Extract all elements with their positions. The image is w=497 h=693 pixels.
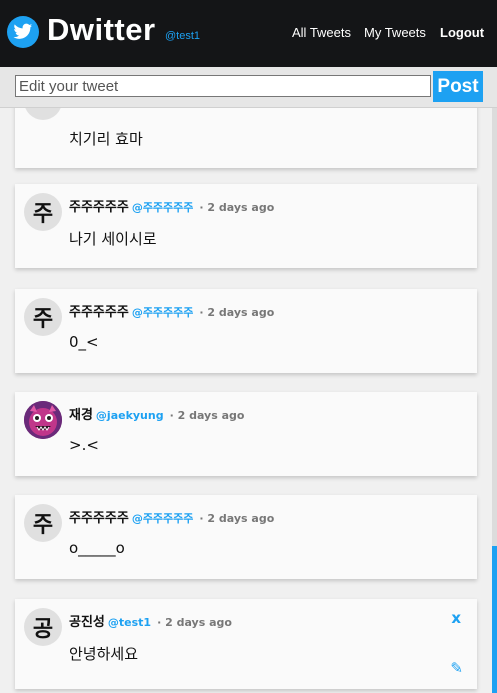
tweet-author-handle[interactable]: @주주주주주 (132, 306, 194, 319)
tweet-card: 공 공진성 @test1 · 2 days ago 안녕하세요 x ✎ (15, 599, 477, 689)
avatar: 주 (24, 193, 62, 231)
current-user-handle: @test1 (165, 30, 201, 42)
tweet-timestamp: · 2 days ago (199, 306, 275, 319)
tweet-composer: Post (0, 67, 497, 108)
nav-logout[interactable]: Logout (440, 25, 484, 40)
nav-my-tweets[interactable]: My Tweets (364, 25, 426, 40)
tweet-card: 주 주주주주주 @주주주주주 · 2 days ago o_____o (15, 495, 477, 579)
tweet-author-handle[interactable]: @test1 (108, 616, 151, 629)
scrollbar-thumb[interactable] (492, 546, 497, 693)
tweet-text: o_____o (69, 539, 125, 557)
tweet-author-name: 주주주주주 (69, 200, 129, 215)
tweet-author-handle[interactable]: @주주주주주 (132, 201, 194, 214)
tweet-author-name: 재경 (69, 408, 93, 423)
delete-tweet-button[interactable]: x (451, 609, 461, 627)
tweet-text: 치기리 효마 (69, 130, 143, 148)
avatar: 주 (24, 504, 62, 542)
tweet-text: >.< (69, 436, 99, 454)
tweet-timestamp: · 2 days ago (169, 409, 245, 422)
app-title[interactable]: Dwitter (47, 12, 156, 48)
tweet-timestamp: · 2 days ago (199, 201, 275, 214)
tweet-author-name: 주주주주주 (69, 511, 129, 526)
avatar (24, 108, 62, 120)
scrollbar[interactable] (492, 108, 497, 693)
nav-all-tweets[interactable]: All Tweets (292, 25, 351, 40)
avatar: 공 (24, 608, 62, 646)
tweet-card: 재경 @jaekyung · 2 days ago >.< (15, 392, 477, 476)
tweet-text: 0_< (69, 333, 99, 351)
tweet-card: 치기리 효마 (15, 108, 477, 168)
tweet-timestamp: · 2 days ago (157, 616, 232, 629)
tweet-author-name: 공진성 (69, 615, 105, 630)
tweet-author-name: 주주주주주 (69, 305, 129, 320)
avatar: 주 (24, 298, 62, 336)
twitter-bird-icon[interactable] (7, 16, 39, 48)
pencil-icon[interactable]: ✎ (450, 659, 463, 677)
post-button[interactable]: Post (433, 71, 483, 102)
tweet-timestamp: · 2 days ago (199, 512, 275, 525)
tweet-author-handle[interactable]: @jaekyung (96, 409, 164, 422)
tweet-input[interactable] (15, 75, 431, 97)
avatar (24, 401, 62, 439)
tweet-card: 주 주주주주주 @주주주주주 · 2 days ago 0_< (15, 289, 477, 373)
tweet-text: 나기 세이시로 (69, 230, 157, 248)
tweet-author-handle[interactable]: @주주주주주 (132, 512, 194, 525)
tweet-text: 안녕하세요 (69, 645, 139, 663)
top-navbar: Dwitter @test1 All Tweets My Tweets Logo… (0, 0, 497, 67)
tweet-card: 주 주주주주주 @주주주주주 · 2 days ago 나기 세이시로 (15, 184, 477, 268)
tweet-feed: 치기리 효마 주 주주주주주 @주주주주주 · 2 days ago 나기 세이시로… (0, 108, 497, 693)
